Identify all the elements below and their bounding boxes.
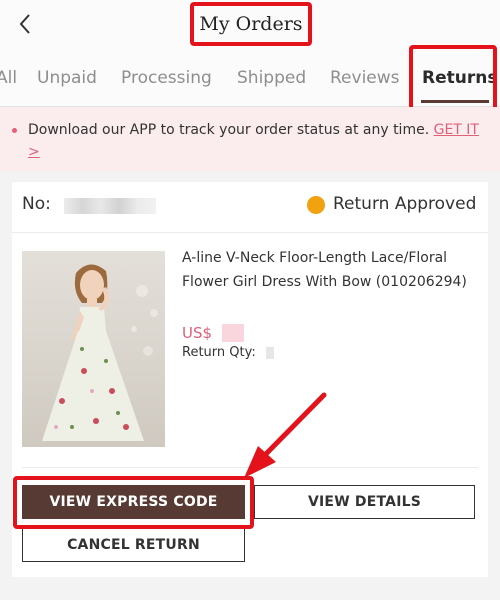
tab-unpaid[interactable]: Unpaid <box>37 48 97 106</box>
back-button[interactable] <box>10 6 40 42</box>
tab-reviews[interactable]: Reviews <box>330 48 400 106</box>
order-status: Return Approved <box>333 194 477 214</box>
chevron-left-icon <box>19 14 30 34</box>
return-qty-label: Return Qty: <box>182 345 256 360</box>
tab-shipped[interactable]: Shipped <box>237 48 306 106</box>
card-divider-top <box>12 232 488 233</box>
status-dot-icon <box>307 196 325 214</box>
view-express-code-button[interactable]: VIEW EXPRESS CODE <box>22 485 245 519</box>
page-title: My Orders <box>199 13 303 35</box>
product-price-redacted <box>222 324 244 342</box>
return-qty-redacted <box>266 347 274 359</box>
order-status-tabs: All Unpaid Processing Shipped Reviews Re… <box>0 48 500 107</box>
notice-text: Download our APP to track your order sta… <box>28 122 430 138</box>
notice-message: Download our APP to track your order sta… <box>28 119 486 163</box>
order-number-redacted <box>64 198 156 214</box>
flower-girl-dress-photo <box>42 264 158 441</box>
cancel-return-button[interactable]: CANCEL RETURN <box>22 528 245 562</box>
product-title[interactable]: A-line V-Neck Floor-Length Lace/Floral F… <box>182 246 486 294</box>
product-image[interactable] <box>22 251 165 447</box>
app-header: My Orders <box>0 0 500 48</box>
bullet-icon <box>12 128 17 133</box>
card-divider-bottom <box>22 467 478 468</box>
tab-all[interactable]: All <box>0 48 17 106</box>
active-tab-indicator <box>421 100 489 103</box>
tab-processing[interactable]: Processing <box>121 48 212 106</box>
product-price-label: US$ <box>182 324 213 342</box>
view-details-button[interactable]: VIEW DETAILS <box>254 485 475 519</box>
tab-returns[interactable]: Returns <box>422 48 497 106</box>
order-number-label: No: <box>22 194 51 214</box>
